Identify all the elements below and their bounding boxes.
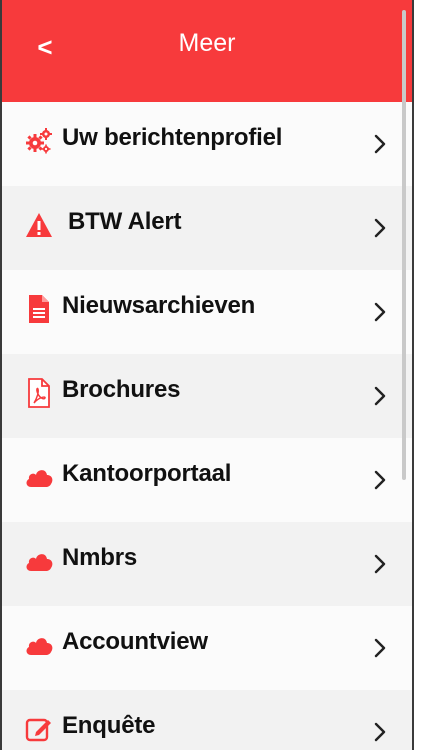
menu-item-nmbrs[interactable]: Nmbrs	[2, 522, 412, 606]
header-bar: < Meer	[2, 0, 412, 102]
document-icon	[24, 294, 54, 324]
menu-item-label: Enquête	[62, 712, 156, 739]
cloud-icon	[24, 546, 54, 576]
cloud-icon	[24, 630, 54, 660]
menu-item-label: Kantoorportaal	[62, 460, 232, 487]
menu-item-kantoorportaal[interactable]: Kantoorportaal	[2, 438, 412, 522]
menu-item-enquete[interactable]: Enquête	[2, 690, 412, 750]
menu-item-accountview[interactable]: Accountview	[2, 606, 412, 690]
chevron-right-icon	[372, 300, 388, 324]
menu-item-label: BTW Alert	[68, 208, 182, 235]
gears-icon	[24, 126, 54, 156]
menu-list: Uw berichtenprofiel BTW Alert Nieuwsarch…	[2, 102, 412, 750]
page-title: Meer	[178, 29, 236, 57]
menu-item-btw-alert[interactable]: BTW Alert	[2, 186, 412, 270]
chevron-right-icon	[372, 720, 388, 744]
menu-item-label: Accountview	[62, 628, 208, 655]
menu-item-label: Uw berichtenprofiel	[62, 124, 283, 151]
chevron-right-icon	[372, 216, 388, 240]
app-frame: < Meer Uw berichtenprofiel BTW Alert Nie…	[0, 0, 414, 750]
edit-icon	[24, 714, 54, 744]
chevron-right-icon	[372, 636, 388, 660]
menu-item-label: Brochures	[62, 376, 181, 403]
warning-icon	[24, 210, 54, 240]
cloud-icon	[24, 462, 54, 492]
menu-item-label: Nmbrs	[62, 544, 138, 571]
chevron-right-icon	[372, 468, 388, 492]
chevron-right-icon	[372, 552, 388, 576]
pdf-icon	[24, 378, 54, 408]
menu-item-uw-berichtenprofiel[interactable]: Uw berichtenprofiel	[2, 102, 412, 186]
menu-item-label: Nieuwsarchieven	[62, 292, 256, 319]
scrollbar[interactable]	[402, 10, 406, 480]
chevron-right-icon	[372, 132, 388, 156]
menu-item-brochures[interactable]: Brochures	[2, 354, 412, 438]
menu-item-nieuwsarchieven[interactable]: Nieuwsarchieven	[2, 270, 412, 354]
chevron-right-icon	[372, 384, 388, 408]
